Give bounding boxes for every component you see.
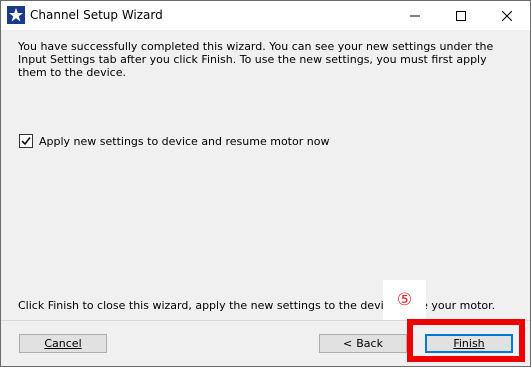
minimize-button[interactable]: [392, 1, 438, 30]
apply-settings-checkbox[interactable]: [19, 134, 33, 148]
app-star-icon: [7, 6, 25, 24]
footer-divider: [1, 320, 530, 321]
back-label: Back: [356, 337, 383, 350]
close-icon: [502, 10, 512, 21]
cancel-label: Cancel: [44, 337, 82, 350]
maximize-icon: [456, 10, 466, 21]
step-marker: ⑤: [383, 280, 426, 320]
apply-settings-option[interactable]: Apply new settings to device and resume …: [19, 134, 329, 148]
finish-button[interactable]: Finish: [425, 334, 513, 353]
window-title: Channel Setup Wizard: [30, 8, 163, 22]
checkmark-icon: [21, 137, 31, 146]
maximize-button[interactable]: [438, 1, 484, 30]
back-arrow-icon: <: [343, 337, 353, 350]
finish-label: Finish: [453, 337, 485, 350]
wizard-window: Channel Setup Wizard You have successful…: [0, 0, 531, 367]
close-button[interactable]: [484, 1, 530, 30]
completion-message: You have successfully completed this wiz…: [18, 40, 494, 79]
cancel-button[interactable]: Cancel: [19, 334, 107, 353]
minimize-icon: [410, 15, 420, 16]
back-button[interactable]: < Back: [319, 334, 407, 353]
title-bar: Channel Setup Wizard: [1, 1, 530, 30]
apply-settings-label: Apply new settings to device and resume …: [39, 134, 330, 148]
wizard-body: You have successfully completed this wiz…: [1, 30, 530, 320]
